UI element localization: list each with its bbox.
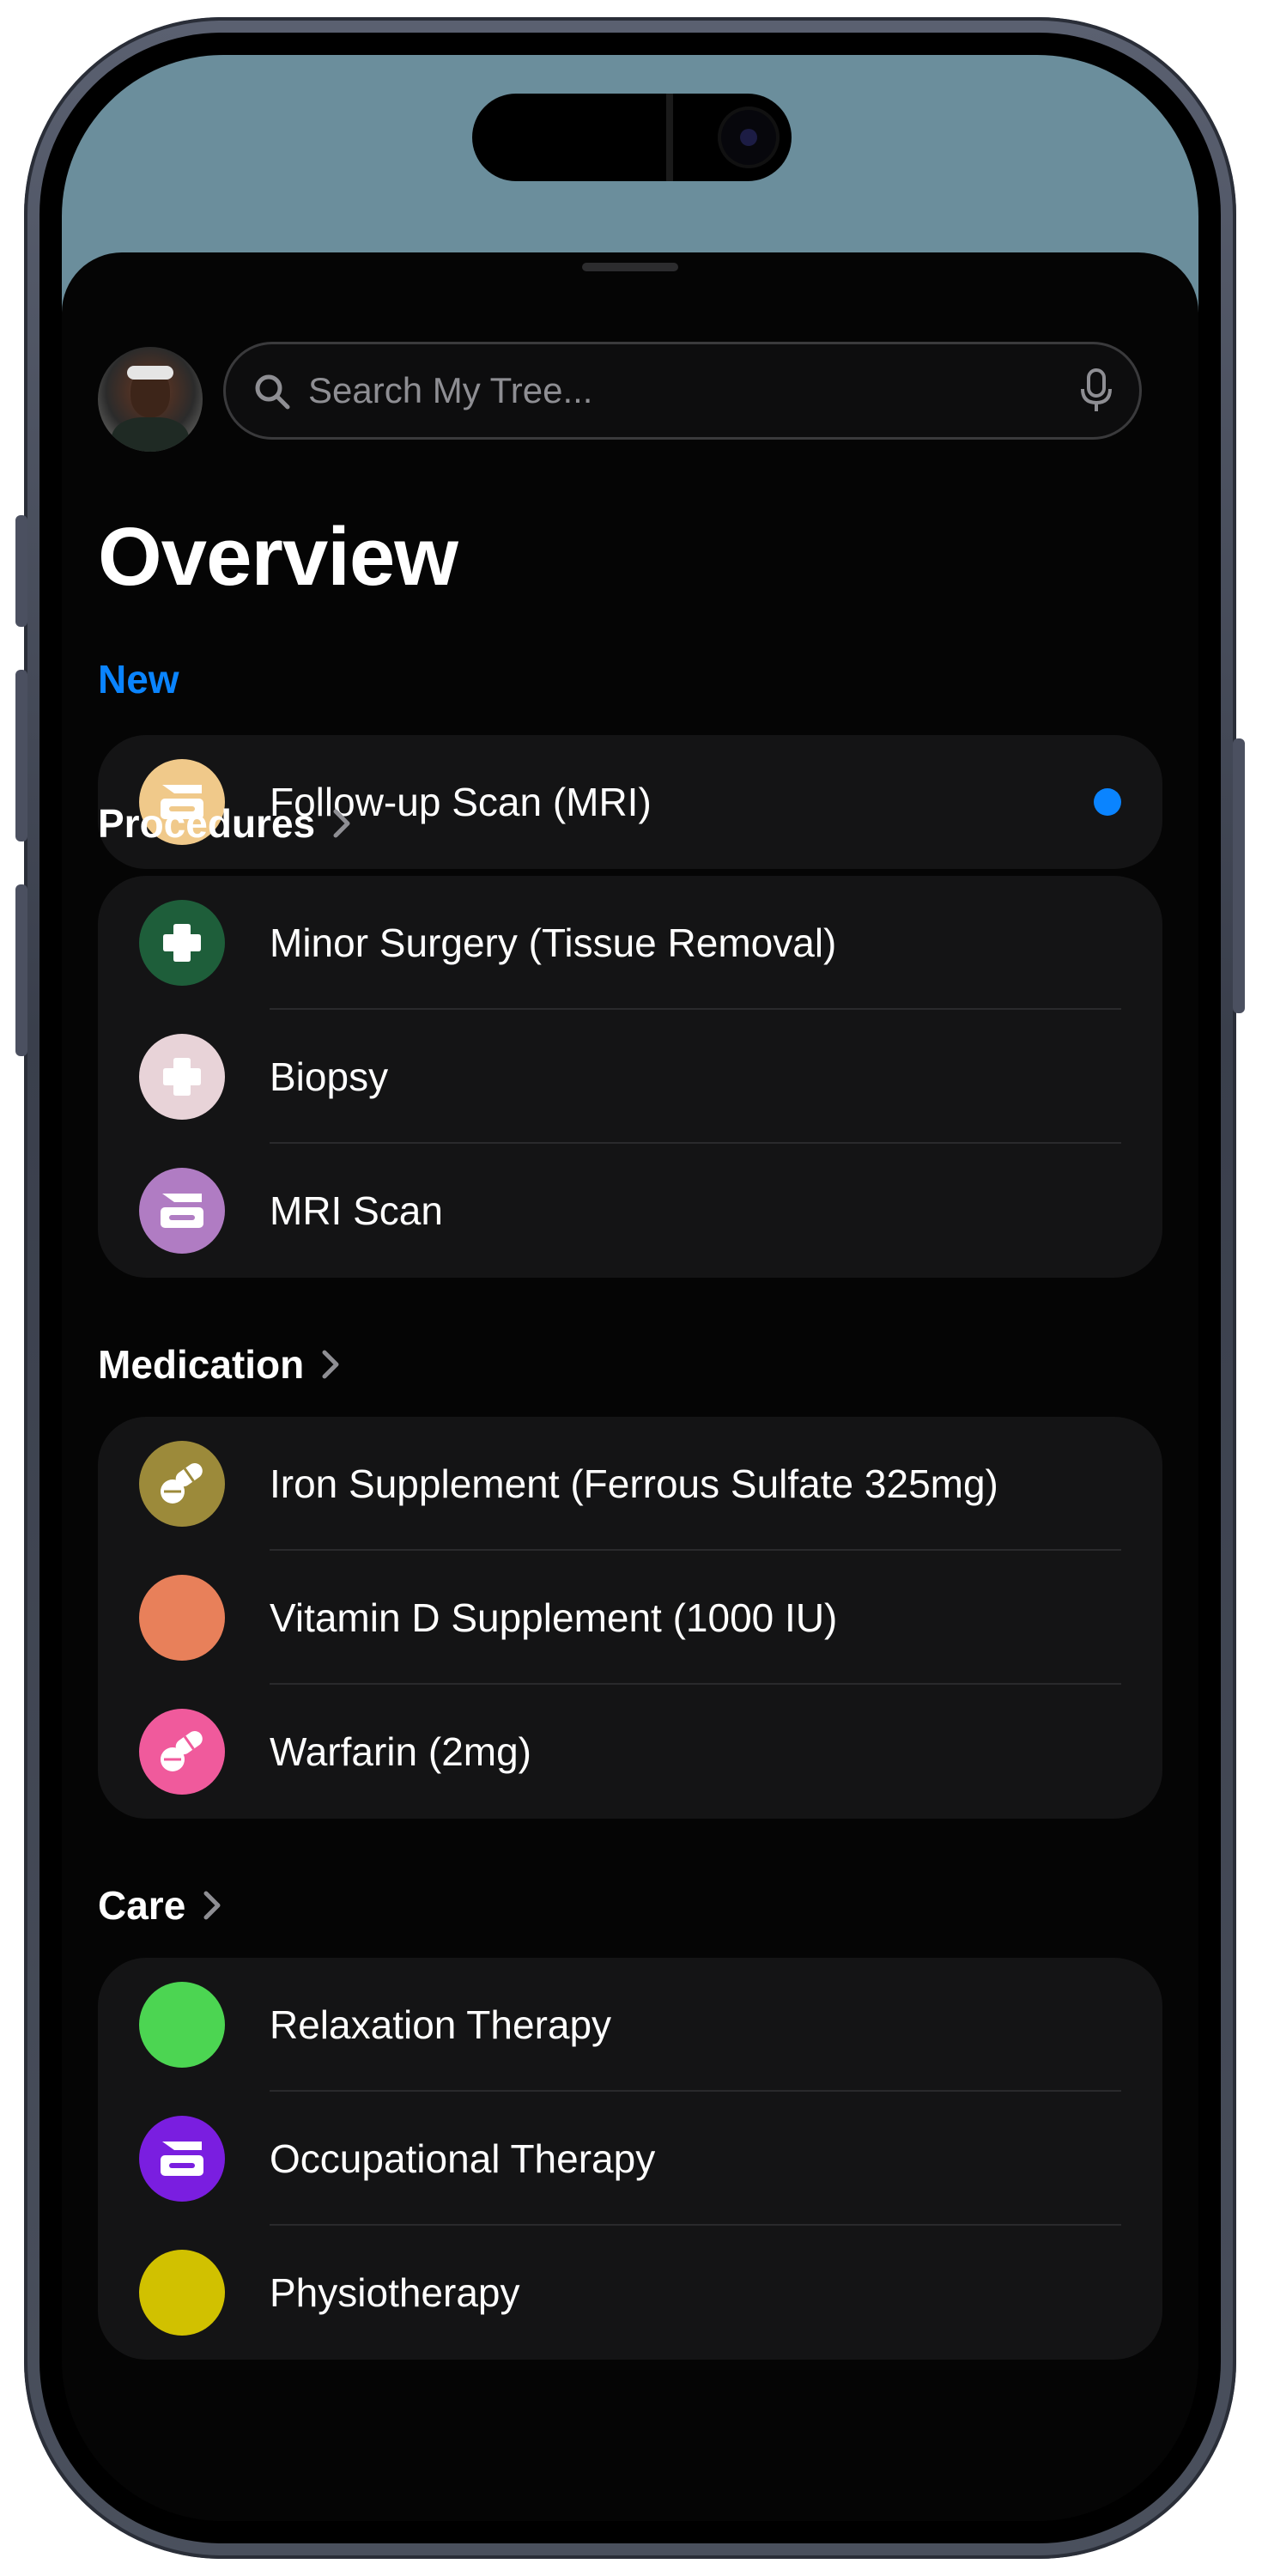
dynamic-island [472,94,792,181]
list-item-vitamin-d[interactable]: Vitamin D Supplement (1000 IU) [98,1551,1162,1685]
circle-icon [139,2250,225,2336]
overview-sheet: Search My Tree... Overview New Follow-up… [62,252,1198,2521]
list-item-warfarin[interactable]: Warfarin (2mg) [98,1685,1162,1819]
list-item-physiotherapy[interactable]: Physiotherapy [98,2226,1162,2360]
screen: Search My Tree... Overview New Follow-up… [62,55,1198,2521]
circle-icon [139,1575,225,1661]
list-item-label: MRI Scan [270,1188,443,1233]
medical-cross-icon [139,900,225,986]
search-input[interactable]: Search My Tree... [223,342,1142,440]
list-item-label: Minor Surgery (Tissue Removal) [270,920,837,965]
search-icon [255,374,290,410]
action-button [15,515,27,627]
list-item-label: Biopsy [270,1054,389,1099]
list-item-label: Iron Supplement (Ferrous Sulfate 325mg) [270,1461,998,1506]
pills-icon [139,1709,225,1795]
circle-icon [139,1982,225,2068]
unread-indicator [1094,788,1121,816]
care-group: Relaxation Therapy Occupational Therapy … [98,1958,1162,2360]
list-item-label: Relaxation Therapy [270,2002,612,2047]
section-header-care[interactable]: Care [98,1882,221,1929]
scanner-icon [139,1168,225,1254]
microphone-icon[interactable] [1079,368,1113,413]
list-item-label: Physiotherapy [270,2270,520,2315]
chevron-right-icon [203,1891,221,1920]
procedures-group: Minor Surgery (Tissue Removal) Biopsy MR… [98,876,1162,1278]
list-item-biopsy[interactable]: Biopsy [98,1010,1162,1144]
list-item-label: Occupational Therapy [270,2136,656,2181]
medical-cross-icon [139,1034,225,1120]
section-header-procedures[interactable]: Procedures [98,800,351,847]
list-item-iron-supplement[interactable]: Iron Supplement (Ferrous Sulfate 325mg) [98,1417,1162,1551]
power-button [1233,738,1245,1013]
scanner-icon [139,2116,225,2202]
chevron-right-icon [322,1350,339,1379]
list-item-mri-scan[interactable]: MRI Scan [98,1144,1162,1278]
list-item-label: Warfarin (2mg) [270,1729,531,1774]
avatar[interactable] [98,347,203,452]
volume-down-button [15,884,27,1056]
camera-icon [718,106,780,168]
list-item-label: Vitamin D Supplement (1000 IU) [270,1595,838,1640]
page-title: Overview [98,511,458,603]
search-placeholder: Search My Tree... [308,370,593,410]
list-item-minor-surgery[interactable]: Minor Surgery (Tissue Removal) [98,876,1162,1010]
list-item-occupational-therapy[interactable]: Occupational Therapy [98,2092,1162,2226]
pills-icon [139,1441,225,1527]
sheet-grabber[interactable] [582,263,678,271]
medication-group: Iron Supplement (Ferrous Sulfate 325mg) … [98,1417,1162,1819]
section-header-medication[interactable]: Medication [98,1341,340,1388]
list-item-relaxation-therapy[interactable]: Relaxation Therapy [98,1958,1162,2092]
section-header-new: New [98,657,179,702]
chevron-right-icon [333,809,350,838]
volume-up-button [15,670,27,841]
